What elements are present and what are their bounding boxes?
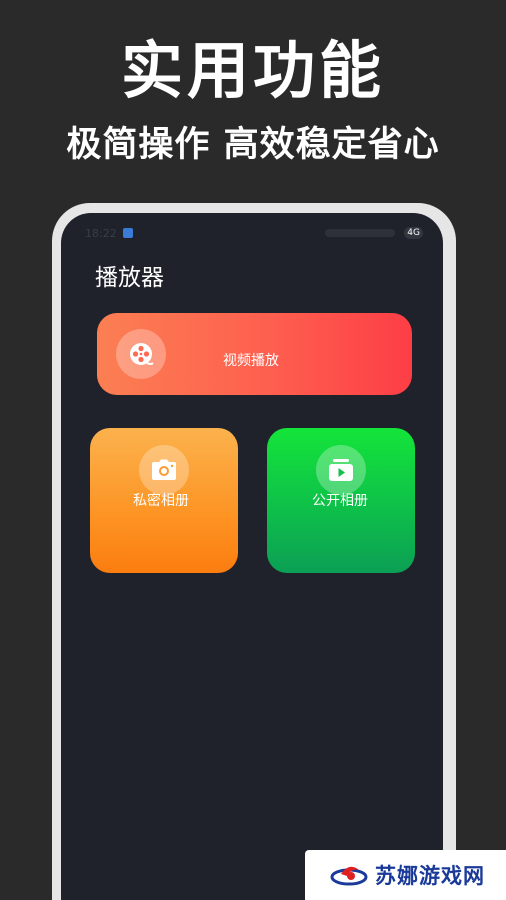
watermark-text: 苏娜游戏网 xyxy=(375,864,485,888)
promo-headline: 实用功能 xyxy=(120,34,385,107)
video-play-label: 视频播放 xyxy=(223,353,279,369)
public-album-button[interactable]: 公开相册 xyxy=(267,428,415,573)
play-album-icon xyxy=(316,445,366,495)
watermark-logo-icon xyxy=(330,866,368,886)
camera-icon xyxy=(139,445,189,495)
status-indicators xyxy=(325,229,395,237)
promo-subline: 极简操作 高效稳定省心 xyxy=(66,125,440,165)
private-album-label: 私密相册 xyxy=(133,493,189,509)
video-play-button[interactable]: 视频播放 xyxy=(97,313,412,395)
film-reel-icon xyxy=(116,329,166,379)
status-time: 18:22 xyxy=(85,227,117,240)
page-title: 播放器 xyxy=(95,265,164,291)
private-album-button[interactable]: 私密相册 xyxy=(90,428,238,573)
status-bar: 18:22 4G xyxy=(61,213,443,249)
notification-icon xyxy=(123,228,133,238)
phone-screen: 18:22 4G 播放器 视频播放 私密相册 公开相册 xyxy=(61,213,443,900)
public-album-label: 公开相册 xyxy=(312,493,368,509)
network-badge: 4G xyxy=(404,227,423,239)
watermark: 苏娜游戏网 xyxy=(305,850,506,900)
